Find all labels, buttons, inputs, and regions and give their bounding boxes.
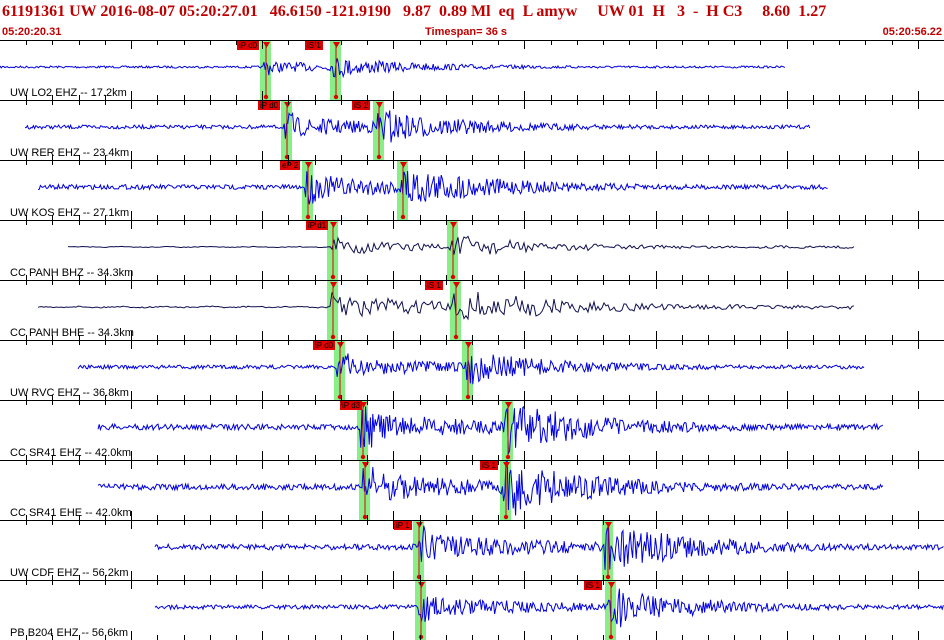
trace-panel[interactable]: iP d3 CC SR41 EHZ -- 42.0km (0, 400, 944, 460)
trace-panel[interactable]: iS 1 CC SR41 EHE -- 42.0km (0, 460, 944, 520)
station-label: CC PANH BHZ -- 34.3km (10, 267, 134, 279)
waveform-line (154, 525, 944, 570)
station-label: UW KOS EHZ -- 27.1km (10, 207, 130, 219)
phase-pick-flag[interactable]: iP 1 (394, 521, 412, 530)
phase-pick-flag[interactable]: iS 1 (584, 581, 602, 590)
event-header: 61191361 UW 2016-08-07 05:20:27.01 46.61… (0, 0, 944, 40)
phase-pick-flag[interactable]: eP 2 (280, 161, 301, 170)
pick-dot (330, 274, 336, 280)
waveform-canvas (154, 520, 944, 580)
trace-panel[interactable]: iP d1 CC PANH BHZ -- 34.3km (0, 220, 944, 280)
station-label: UW LO2 EHZ -- 17.2km (10, 87, 127, 99)
waveform-line (37, 291, 855, 321)
pick-dot (608, 634, 614, 640)
station-label: CC SR41 EHZ -- 42.0km (10, 447, 132, 459)
trace-panel[interactable]: iP d0 UW RVC EHZ -- 36.8km (0, 340, 944, 400)
timespan-readout: Timespan= 36 s (425, 26, 508, 38)
pick-dot (305, 214, 311, 220)
pick-dot (284, 154, 290, 160)
station-label: UW CDF EHZ -- 56.2km (10, 567, 129, 579)
waveform-canvas (38, 160, 828, 220)
trace-panel[interactable]: iP 1 UW CDF EHZ -- 56.2km (0, 520, 944, 580)
phase-pick-flag[interactable]: iP d3 (340, 401, 363, 410)
waveform-line (67, 235, 855, 255)
pick-dot (465, 394, 471, 400)
station-label: UW RER EHZ -- 23.4km (10, 147, 130, 159)
pick-dot (605, 574, 611, 580)
pick-dot (333, 94, 339, 100)
waveform-line (97, 405, 884, 454)
waveform-canvas (97, 400, 884, 460)
waveform-canvas (0, 40, 786, 100)
pick-dot (450, 274, 456, 280)
trace-panel[interactable]: iP d0 iS 1 UW LO2 EHZ -- 17.2km (0, 40, 944, 100)
phase-pick-flag[interactable]: iS 1 (480, 461, 498, 470)
phase-pick-flag[interactable]: iP d1 (306, 221, 329, 230)
waveform-line (38, 170, 828, 205)
waveform-canvas (24, 100, 811, 160)
trace-panel[interactable]: iS 1 PB B204 EHZ -- 56.6km (0, 580, 944, 640)
station-label: UW RVC EHZ -- 36.8km (10, 387, 129, 399)
phase-pick-flag[interactable]: iS 1 (425, 281, 443, 290)
pick-dot (418, 634, 424, 640)
phase-pick-flag[interactable]: iS 1 (305, 41, 323, 50)
start-time: 05:20:20.31 (2, 26, 62, 38)
pick-dot (330, 334, 336, 340)
phase-pick-flag[interactable]: iP d0 (313, 341, 336, 350)
pick-dot (360, 454, 366, 460)
station-label: CC PANH BHE -- 34.3km (10, 327, 134, 339)
pick-dot (263, 94, 269, 100)
event-summary-line: 61191361 UW 2016-08-07 05:20:27.01 46.61… (2, 3, 827, 20)
waveform-line (154, 588, 944, 628)
pick-dot (337, 394, 343, 400)
waveform-canvas (67, 220, 855, 280)
station-label: PB B204 EHZ -- 56.6km (10, 627, 128, 639)
pick-dot (416, 574, 422, 580)
seismogram-traces[interactable]: iP d0 iS 1 UW LO2 EHZ -- 17.2km iP d0 iS 1 UW… (0, 40, 944, 640)
trace-panel[interactable]: eP 2 UW KOS EHZ -- 27.1km (0, 160, 944, 220)
pick-dot (400, 214, 406, 220)
waveform-canvas (154, 580, 944, 640)
pick-dot (376, 154, 382, 160)
trace-panel[interactable]: iS 1 CC PANH BHE -- 34.3km (0, 280, 944, 340)
waveform-canvas (37, 280, 855, 340)
station-label: CC SR41 EHE -- 42.0km (10, 507, 132, 519)
waveform-line (24, 110, 811, 143)
waveform-line (0, 58, 786, 79)
phase-pick-flag[interactable]: iS 1 (352, 101, 370, 110)
phase-pick-flag[interactable]: iP d0 (258, 101, 281, 110)
trace-panel[interactable]: iP d0 iS 1 UW RER EHZ -- 23.4km (0, 100, 944, 160)
pick-dot (503, 514, 509, 520)
waveform-canvas (97, 460, 884, 520)
pick-dot (453, 334, 459, 340)
end-time: 05:20:56.22 (882, 26, 942, 38)
pick-dot (505, 454, 511, 460)
pick-dot (362, 514, 368, 520)
phase-pick-flag[interactable]: iP d0 (237, 41, 260, 50)
waveform-canvas (77, 340, 865, 400)
